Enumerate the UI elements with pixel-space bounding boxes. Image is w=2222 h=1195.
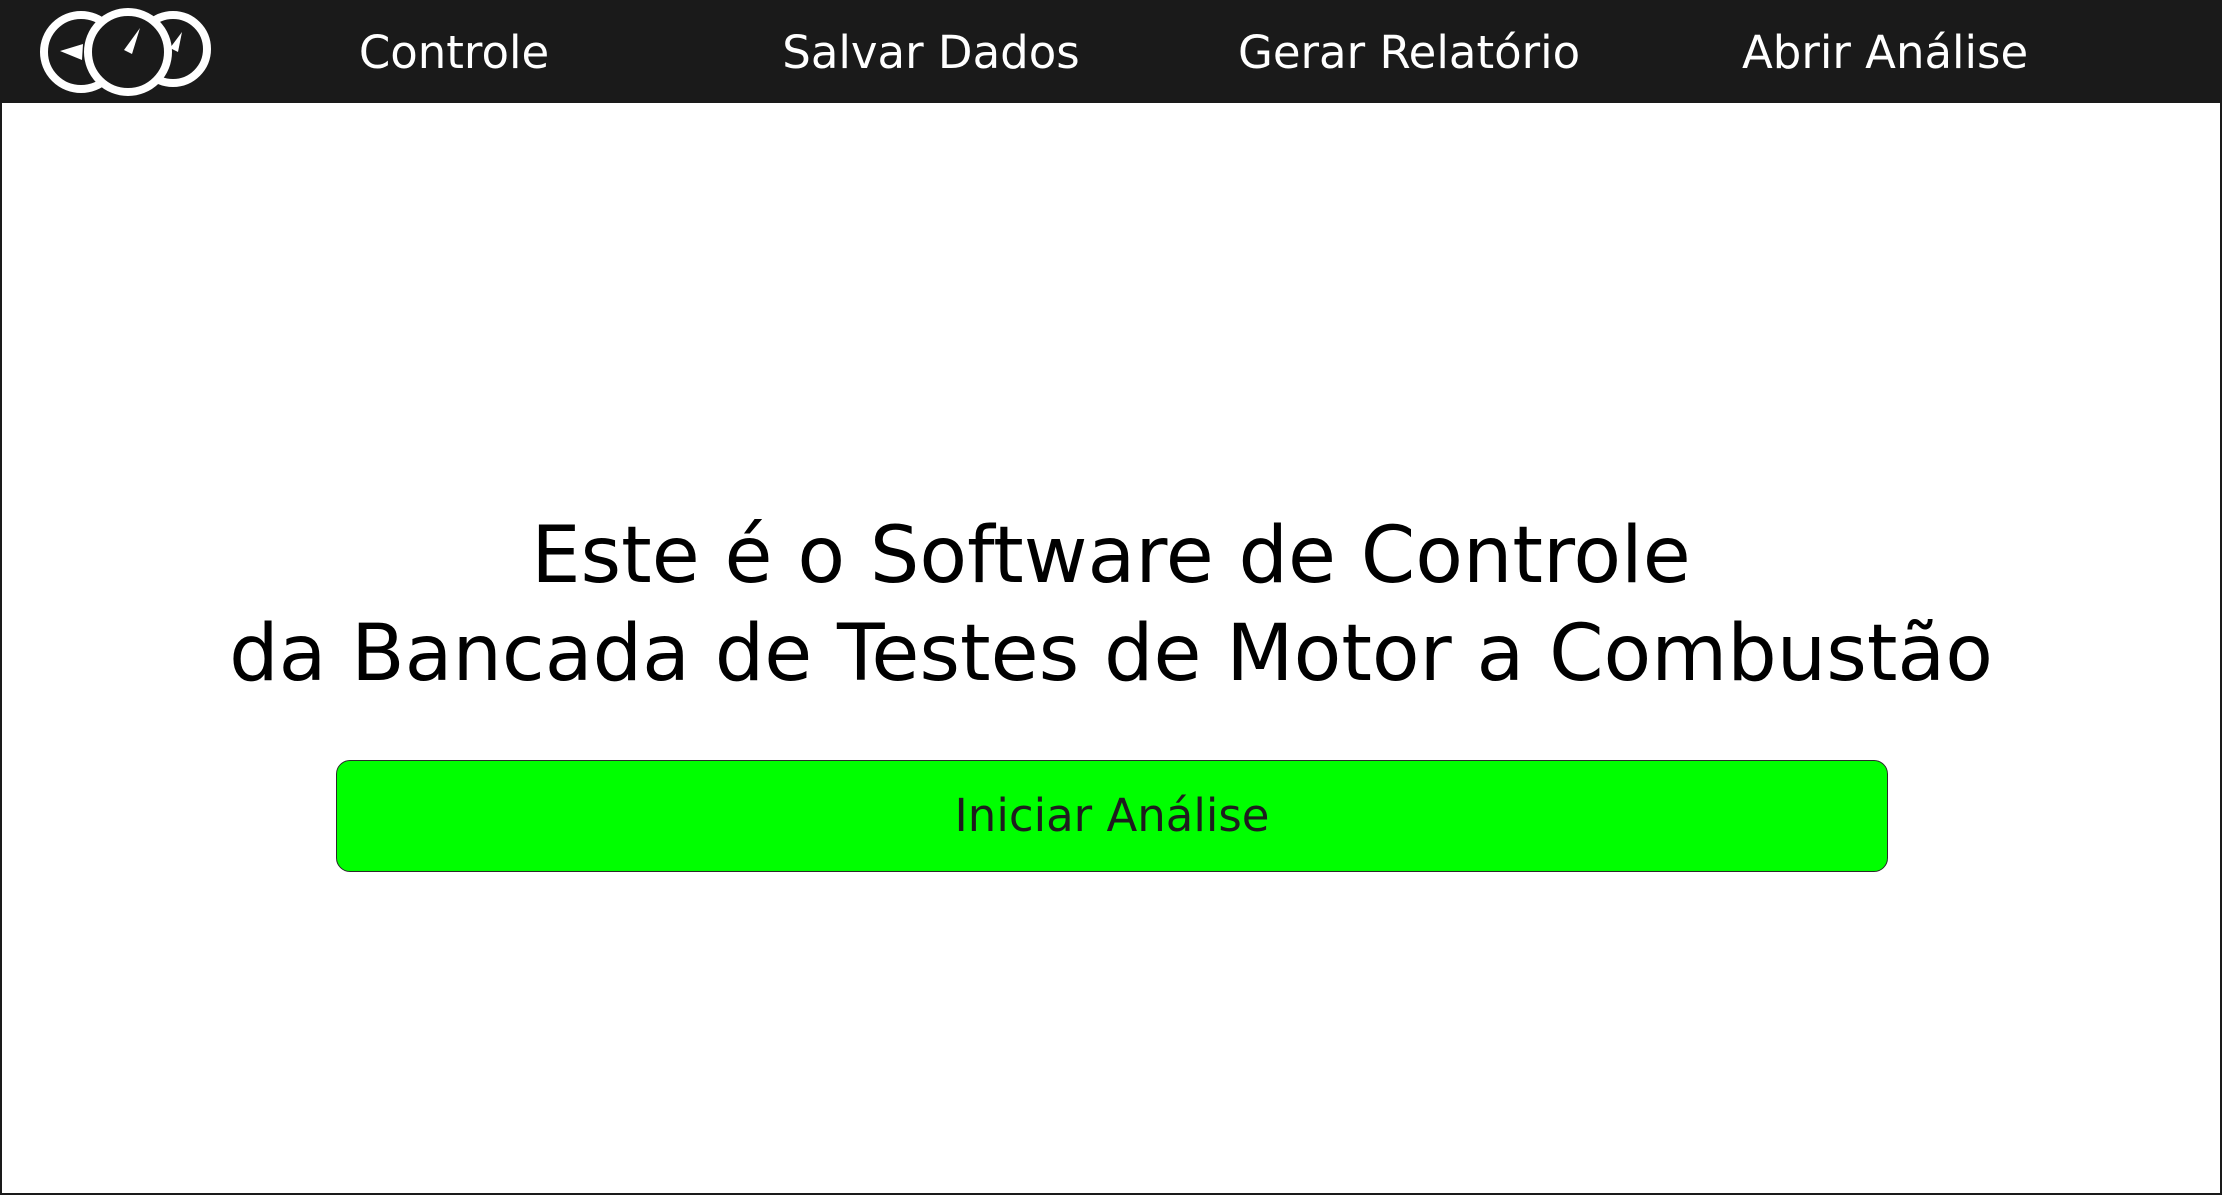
gauges-logo-icon[interactable] — [36, 8, 218, 96]
welcome-headline: Este é o Software de Controle da Bancada… — [2, 507, 2220, 703]
top-navbar: Controle Salvar Dados Gerar Relatório Ab… — [2, 2, 2220, 103]
nav-gerar-relatorio[interactable]: Gerar Relatório — [1238, 2, 1580, 103]
nav-salvar-dados[interactable]: Salvar Dados — [782, 2, 1080, 103]
nav-controle[interactable]: Controle — [352, 2, 556, 103]
start-analysis-button[interactable]: Iniciar Análise — [336, 760, 1888, 872]
headline-line-2: da Bancada de Testes de Motor a Combustã… — [229, 609, 1993, 699]
headline-line-1: Este é o Software de Controle — [531, 511, 1691, 601]
nav-abrir-analise[interactable]: Abrir Análise — [1742, 2, 2028, 103]
app-window: Controle Salvar Dados Gerar Relatório Ab… — [0, 0, 2222, 1195]
gauges-icon — [40, 8, 211, 96]
